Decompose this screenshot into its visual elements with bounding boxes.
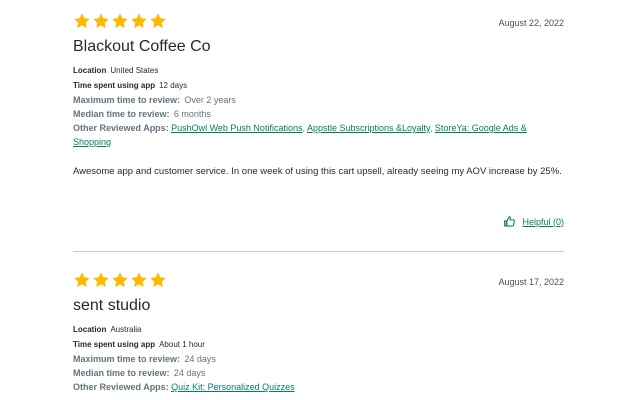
review-divider [73, 251, 564, 252]
max-time-row: Maximum time to review: Over 2 years [73, 93, 564, 107]
star-rating [73, 271, 564, 289]
star-icon [130, 12, 148, 30]
time-spent-row: Time spent using app 12 days [73, 78, 564, 93]
max-time-label: Maximum time to review: [73, 95, 181, 105]
median-time-value: 24 days [173, 368, 206, 378]
other-apps-label: Other Reviewed Apps: [73, 382, 169, 392]
app-link[interactable]: PushOwl Web Push Notifications [171, 123, 302, 133]
star-icon [73, 271, 91, 289]
helpful-button[interactable]: Helpful (0) [503, 215, 564, 228]
max-time-value: 24 days [184, 354, 216, 364]
other-apps-label: Other Reviewed Apps: [73, 123, 169, 133]
median-time-label: Median time to review: [73, 368, 170, 378]
star-icon [130, 271, 148, 289]
location-row: Location Australia [73, 322, 564, 337]
median-time-value: 6 months [173, 109, 211, 119]
star-icon [149, 12, 167, 30]
median-time-row: Median time to review: 6 months [73, 107, 564, 121]
star-icon [73, 12, 91, 30]
shop-name: Blackout Coffee Co [73, 38, 211, 55]
time-spent-label: Time spent using app [73, 81, 156, 90]
location-row: Location United States [73, 63, 564, 78]
review-body: Awesome app and customer service. In one… [73, 166, 562, 177]
star-icon [92, 271, 110, 289]
app-link[interactable]: Quiz Kit: Personalized Quizzes [171, 382, 295, 392]
review-card: August 17, 2022 sent studio Location Aust… [73, 271, 564, 394]
max-time-row: Maximum time to review: 24 days [73, 352, 564, 366]
app-link[interactable]: Appstle Subscriptions &Loyalty [307, 123, 430, 133]
max-time-label: Maximum time to review: [73, 354, 181, 364]
thumbs-up-icon [503, 215, 516, 228]
review-header: August 22, 2022 [73, 12, 564, 32]
review-header: August 17, 2022 [73, 271, 564, 291]
helpful-link[interactable]: Helpful (0) [522, 217, 564, 227]
time-spent-value: About 1 hour [159, 340, 205, 349]
location-label: Location [73, 66, 107, 75]
star-icon [92, 12, 110, 30]
shop-name: sent studio [73, 297, 151, 314]
star-rating [73, 12, 564, 30]
max-time-value: Over 2 years [184, 95, 236, 105]
other-apps-row: Other Reviewed Apps: PushOwl Web Push No… [73, 121, 564, 149]
location-value: Australia [110, 325, 142, 334]
median-time-label: Median time to review: [73, 109, 170, 119]
location-value: United States [110, 66, 159, 75]
location-label: Location [73, 325, 107, 334]
review-date: August 22, 2022 [498, 18, 564, 28]
review-card: August 22, 2022 Blackout Coffee Co Locat… [73, 12, 564, 227]
star-icon [111, 271, 129, 289]
review-date: August 17, 2022 [498, 277, 564, 287]
star-icon [149, 271, 167, 289]
time-spent-value: 12 days [159, 81, 188, 90]
review-meta: Location United States Time spent using a… [73, 63, 564, 149]
time-spent-label: Time spent using app [73, 340, 156, 349]
other-apps-row: Other Reviewed Apps: Quiz Kit: Personali… [73, 380, 564, 394]
median-time-row: Median time to review: 24 days [73, 366, 564, 380]
reviews-page: August 22, 2022 Blackout Coffee Co Locat… [0, 0, 640, 400]
time-spent-row: Time spent using app About 1 hour [73, 337, 564, 352]
review-meta: Location Australia Time spent using app Ab… [73, 322, 564, 394]
star-icon [111, 12, 129, 30]
